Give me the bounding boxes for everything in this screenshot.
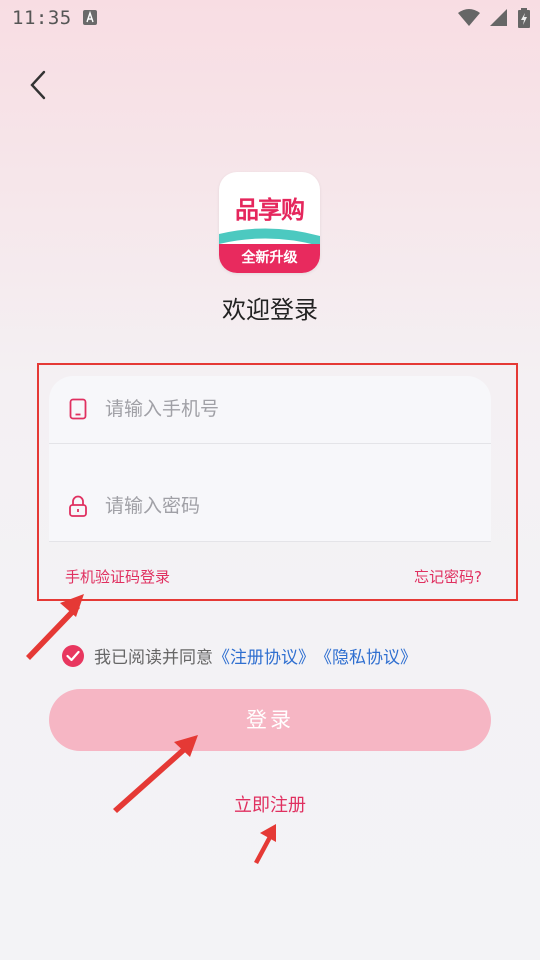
agreement-checkbox[interactable]	[62, 644, 84, 667]
status-bar: 11:35	[0, 0, 540, 36]
agreement-text: 我已阅读并同意	[94, 648, 213, 668]
phone-icon	[67, 398, 89, 420]
divider	[49, 541, 491, 542]
privacy-agreement-link[interactable]: 《隐私协议》	[315, 643, 417, 668]
phone-row	[49, 376, 491, 442]
password-row	[49, 473, 491, 539]
login-button[interactable]: 登录	[49, 689, 491, 751]
back-button[interactable]	[24, 68, 54, 102]
wifi-icon	[458, 9, 480, 26]
register-agreement-link[interactable]: 《注册协议》	[213, 643, 315, 668]
page-title: 欢迎登录	[222, 296, 318, 324]
annotation-arrow	[254, 824, 276, 864]
checkmark-icon	[66, 650, 80, 661]
lock-icon	[67, 495, 89, 517]
status-time: 11:35	[12, 7, 72, 29]
divider	[49, 443, 491, 444]
logo-subtitle: 全新升级	[219, 244, 320, 273]
app-logo: 品享购 全新升级	[219, 172, 320, 273]
battery-icon	[518, 8, 530, 28]
phone-input[interactable]	[103, 397, 467, 421]
signal-icon	[490, 9, 507, 26]
register-link[interactable]: 立即注册	[0, 791, 540, 817]
logo-title: 品享购	[235, 196, 305, 224]
password-input[interactable]	[103, 494, 467, 518]
sms-login-link[interactable]: 手机验证码登录	[65, 566, 170, 587]
forgot-password-link[interactable]: 忘记密码?	[414, 566, 482, 587]
agreement-row: 我已阅读并同意 《注册协议》 《隐私协议》	[62, 643, 417, 668]
chevron-left-icon	[30, 70, 46, 100]
keyboard-indicator-icon	[83, 10, 97, 25]
